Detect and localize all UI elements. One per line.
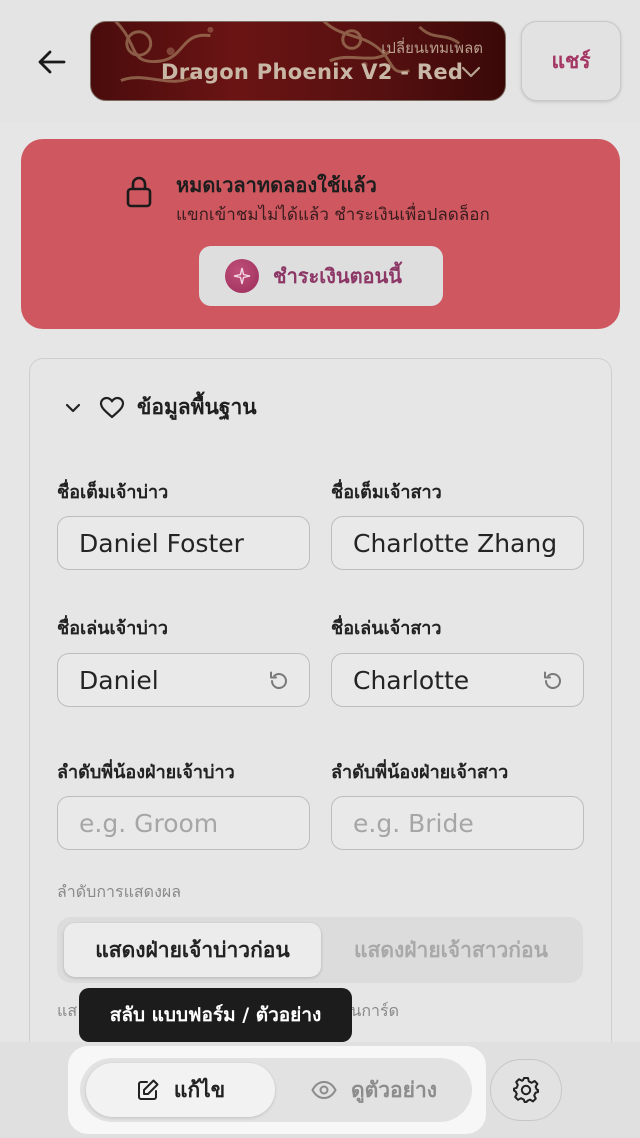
share-button[interactable]: แชร์ [521, 21, 621, 101]
bride-sibling-placeholder: e.g. Bride [353, 808, 474, 838]
bride-fullname-label: ชื่อเต็มเจ้าสาว [331, 482, 442, 503]
pay-now-button[interactable]: ชำระเงินตอนนี้ [199, 246, 443, 306]
groom-nickname-input[interactable]: Daniel [57, 653, 310, 707]
trial-title: หมดเวลาทดลองใช้แล้ว [176, 173, 377, 197]
sparkle-icon [225, 259, 259, 293]
groom-fullname-input[interactable]: Daniel Foster [57, 516, 310, 570]
display-order-segmented-control: แสดงฝ่ายเจ้าบ่าวก่อน แสดงฝ่ายเจ้าสาวก่อน [57, 917, 583, 983]
edit-icon [137, 1079, 159, 1100]
trial-expired-banner: หมดเวลาทดลองใช้แล้ว แขกเข้าชมไม่ได้แล้ว … [21, 139, 620, 329]
template-subtitle: เปลี่ยนเทมเพลต [381, 39, 483, 57]
preview-mode-label: ดูตัวอย่าง [350, 1077, 438, 1102]
reset-icon[interactable] [267, 669, 291, 693]
template-name: Dragon Phoenix V2 - Red [161, 60, 464, 84]
groom-fullname-label: ชื่อเต็มเจ้าบ่าว [57, 482, 169, 503]
basic-info-card: ข้อมูลพื้นฐาน ชื่อเต็มเจ้าบ่าว ชื่อเต็มเ… [29, 358, 612, 1058]
hint-start: แส [57, 1001, 78, 1020]
chevron-down-icon [461, 66, 481, 78]
section-title: ข้อมูลพื้นฐาน [137, 395, 257, 419]
arrow-left-icon [38, 50, 66, 74]
trial-subtitle: แขกเข้าชมไม่ได้แล้ว ชำระเงินเพื่อปลดล็อก [176, 205, 490, 225]
edit-mode-button[interactable]: แก้ไข [86, 1063, 275, 1117]
mode-toggle: แก้ไข ดูตัวอย่าง [80, 1058, 472, 1122]
template-selector[interactable]: เปลี่ยนเทมเพลต Dragon Phoenix V2 - Red [90, 21, 506, 101]
groom-fullname-value: Daniel Foster [79, 528, 244, 558]
mode-toggle-tooltip: สลับ แบบฟอร์ม / ตัวอย่าง [79, 988, 352, 1042]
back-button[interactable] [28, 40, 76, 84]
preview-mode-button[interactable]: ดูตัวอย่าง [280, 1063, 468, 1117]
edit-mode-label: แก้ไข [173, 1077, 226, 1102]
gear-icon [513, 1077, 539, 1103]
heart-icon [99, 396, 125, 418]
pay-now-label: ชำระเงินตอนนี้ [273, 264, 402, 288]
eye-icon [311, 1080, 337, 1100]
bride-nickname-value: Charlotte [353, 665, 470, 695]
reset-icon[interactable] [541, 669, 565, 693]
order-groom-first-option[interactable]: แสดงฝ่ายเจ้าบ่าวก่อน [64, 923, 321, 977]
section-header[interactable]: ข้อมูลพื้นฐาน [65, 391, 257, 424]
settings-button[interactable] [490, 1059, 562, 1121]
groom-sibling-placeholder: e.g. Groom [79, 808, 219, 838]
display-order-label: ลำดับการแสดงผล [57, 882, 182, 901]
bride-fullname-value: Charlotte Zhang [353, 528, 558, 558]
bride-nickname-label: ชื่อเล่นเจ้าสาว [331, 618, 442, 639]
bride-sibling-input[interactable]: e.g. Bride [331, 796, 584, 850]
bride-nickname-input[interactable]: Charlotte [331, 653, 584, 707]
groom-sibling-label: ลำดับพี่น้องฝ่ายเจ้าบ่าว [57, 762, 235, 783]
groom-nickname-value: Daniel [79, 665, 159, 695]
mode-toggle-highlight: แก้ไข ดูตัวอย่าง [68, 1046, 486, 1134]
groom-nickname-label: ชื่อเล่นเจ้าบ่าว [57, 618, 168, 639]
groom-sibling-input[interactable]: e.g. Groom [57, 796, 310, 850]
bride-fullname-input[interactable]: Charlotte Zhang [331, 516, 584, 570]
bride-sibling-label: ลำดับพี่น้องฝ่ายเจ้าสาว [331, 762, 509, 783]
order-bride-first-option[interactable]: แสดงฝ่ายเจ้าสาวก่อน [325, 923, 577, 977]
chevron-down-icon [65, 403, 81, 412]
lock-icon [126, 176, 152, 208]
